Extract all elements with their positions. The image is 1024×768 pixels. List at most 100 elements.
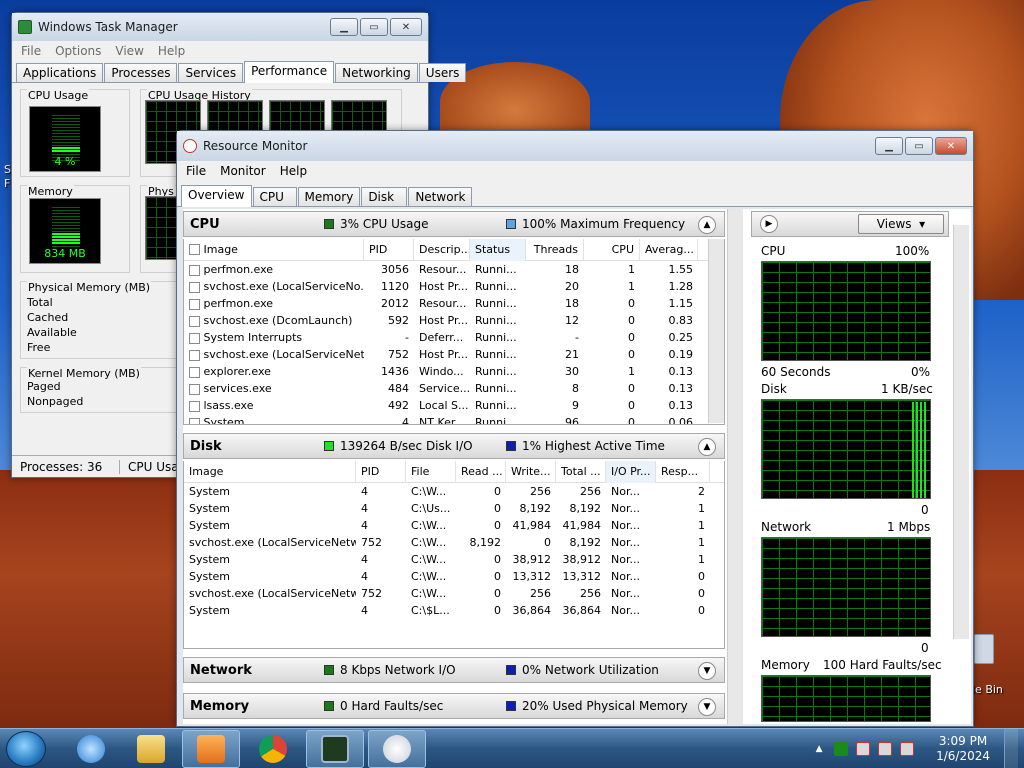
taskbar-media-player[interactable] — [182, 730, 240, 768]
resource-monitor-titlebar[interactable]: Resource Monitor ▁ ▭ ✕ — [177, 131, 973, 161]
close-button[interactable]: ✕ — [935, 137, 967, 155]
col-pid[interactable]: PID — [356, 461, 406, 483]
menu-file[interactable]: File — [179, 164, 213, 178]
recycle-bin-icon[interactable] — [974, 634, 994, 664]
taskbar-internet-explorer[interactable] — [62, 730, 120, 768]
disk-section-header[interactable]: Disk 139264 B/sec Disk I/O 1% Highest Ac… — [183, 433, 725, 459]
show-desktop-button[interactable] — [1004, 729, 1018, 768]
col-average-cpu[interactable]: Averag... — [640, 239, 698, 261]
tab-performance[interactable]: Performance — [244, 61, 335, 83]
tab-applications[interactable]: Applications — [16, 63, 104, 82]
network-icon[interactable] — [878, 742, 893, 756]
maximize-button[interactable]: ▭ — [360, 18, 388, 36]
table-row[interactable]: System 4 C:\$L... 0 36,864 36,864 Nor... 0 — [184, 602, 724, 619]
row-checkbox[interactable] — [189, 383, 200, 395]
tab-network[interactable]: Network — [408, 187, 473, 206]
row-checkbox[interactable] — [189, 264, 200, 276]
table-row[interactable]: explorer.exe 1436 Windo... Runni... 30 1 0.13 — [184, 363, 724, 380]
network-section-header[interactable]: Network 8 Kbps Network I/O 0% Network Ut… — [183, 657, 725, 683]
chevron-up-icon[interactable]: ▲ — [698, 438, 716, 456]
table-row[interactable]: svchost.exe (LocalServiceNetw... 752 C:\W.… — [184, 534, 724, 551]
col-image[interactable]: Image — [204, 243, 238, 256]
col-read[interactable]: Read ... — [456, 461, 506, 483]
table-row[interactable]: System 4 C:\W... 0 256 256 Nor... 2 — [184, 483, 724, 500]
chevron-up-icon[interactable]: ▲ — [698, 216, 716, 234]
table-row[interactable]: System 4 C:\W... 0 13,312 13,312 Nor... 0 — [184, 568, 724, 585]
row-checkbox[interactable] — [189, 349, 200, 361]
left-pane-scrollbar[interactable] — [727, 209, 743, 724]
taskbar-resource-monitor[interactable] — [368, 730, 426, 768]
maximize-button[interactable]: ▭ — [905, 137, 933, 155]
menu-view[interactable]: View — [108, 44, 150, 58]
tab-memory[interactable]: Memory — [297, 187, 361, 206]
col-file[interactable]: File — [406, 461, 456, 483]
cpu-section-header[interactable]: CPU 3% CPU Usage 100% Maximum Frequency … — [183, 211, 725, 237]
col-io-priority[interactable]: I/O Pr... — [606, 461, 656, 483]
menu-monitor[interactable]: Monitor — [213, 164, 273, 178]
col-description[interactable]: Descrip... — [414, 239, 470, 261]
table-row[interactable]: perfmon.exe 2012 Resour... Runni... 18 0 1.15 — [184, 295, 724, 312]
minimize-button[interactable]: ▁ — [330, 18, 358, 36]
tab-users[interactable]: Users — [418, 63, 467, 82]
col-pid[interactable]: PID — [364, 239, 414, 261]
recycle-bin-label[interactable]: le Bin — [972, 683, 1003, 696]
taskbar-file-explorer[interactable] — [122, 730, 180, 768]
table-cell: Host Pr... — [419, 314, 468, 327]
table-row[interactable]: perfmon.exe 3056 Resour... Runni... 18 1 1.55 — [184, 261, 724, 278]
volume-icon[interactable] — [900, 742, 915, 756]
table-row[interactable]: System 4 C:\W... 0 38,912 38,912 Nor... 1 — [184, 551, 724, 568]
graphs-pane-scrollbar[interactable] — [953, 225, 969, 639]
menu-help[interactable]: Help — [273, 164, 314, 178]
tab-cpu[interactable]: CPU — [252, 187, 297, 206]
task-manager-tray-icon[interactable] — [834, 742, 849, 756]
table-row[interactable]: System Interrupts - Deferr... Runni... -0 0.2… — [184, 329, 724, 346]
col-total[interactable]: Total ... — [556, 461, 606, 483]
col-cpu[interactable]: CPU — [584, 239, 640, 261]
col-threads[interactable]: Threads — [526, 239, 584, 261]
table-row[interactable]: svchost.exe (LocalServiceNetw... 752 C:\W.… — [184, 585, 724, 602]
table-row[interactable]: lsass.exe 492 Local S... Runni... 9 0 0.13 — [184, 397, 724, 414]
tab-overview[interactable]: Overview — [181, 185, 252, 207]
table-row[interactable]: System 4 C:\W... 0 41,984 41,984 Nor... 1 — [184, 517, 724, 534]
cpu-table-scrollbar[interactable] — [708, 239, 724, 423]
tab-processes[interactable]: Processes — [104, 63, 178, 82]
views-button[interactable]: Views ▾ — [858, 214, 944, 234]
menu-file[interactable]: File — [14, 44, 48, 58]
clock[interactable]: 3:09 PM 1/6/2024 — [936, 734, 990, 764]
task-manager-titlebar[interactable]: Windows Task Manager ▁ ▭ ✕ — [12, 13, 428, 41]
row-checkbox[interactable] — [189, 315, 200, 327]
action-center-icon[interactable] — [856, 742, 871, 756]
chevron-up-icon[interactable]: ▲ — [812, 742, 826, 756]
close-button[interactable]: ✕ — [390, 18, 422, 36]
table-row[interactable]: svchost.exe (LocalServiceNet... 752 Host P… — [184, 346, 724, 363]
select-all-checkbox[interactable] — [189, 244, 200, 255]
minimize-button[interactable]: ▁ — [875, 137, 903, 155]
menu-options[interactable]: Options — [48, 44, 108, 58]
row-checkbox[interactable] — [189, 298, 200, 310]
memory-section-header[interactable]: Memory 0 Hard Faults/sec 20% Used Physic… — [183, 693, 725, 719]
table-row[interactable]: svchost.exe (LocalServiceNo... 1120 Host P… — [184, 278, 724, 295]
table-row[interactable]: System 4 C:\Us... 0 8,192 8,192 Nor... 1 — [184, 500, 724, 517]
chevron-down-icon[interactable]: ▼ — [698, 662, 716, 680]
tab-networking[interactable]: Networking — [335, 63, 418, 82]
row-checkbox[interactable] — [189, 366, 200, 378]
col-status[interactable]: Status — [470, 239, 526, 261]
menu-help[interactable]: Help — [151, 44, 192, 58]
chevron-down-icon[interactable]: ▼ — [698, 698, 716, 716]
col-image[interactable]: Image — [184, 461, 356, 483]
row-checkbox[interactable] — [189, 417, 200, 424]
col-response-time[interactable]: Resp... — [656, 461, 710, 483]
table-row[interactable]: svchost.exe (DcomLaunch) 592 Host Pr... Run… — [184, 312, 724, 329]
taskbar-chrome[interactable] — [244, 730, 302, 768]
table-row[interactable]: services.exe 484 Service... Runni... 8 0 0.13 — [184, 380, 724, 397]
row-checkbox[interactable] — [189, 281, 200, 293]
tab-disk[interactable]: Disk — [361, 187, 408, 206]
start-button[interactable] — [6, 731, 46, 767]
taskbar-task-manager[interactable] — [306, 730, 364, 768]
row-checkbox[interactable] — [189, 332, 200, 344]
table-row[interactable]: System 4 NT Ker... Runni... 96 0 0.06 — [184, 414, 724, 424]
row-checkbox[interactable] — [189, 400, 200, 412]
tab-services[interactable]: Services — [178, 63, 244, 82]
col-write[interactable]: Write... — [506, 461, 556, 483]
chevron-right-icon[interactable]: ▶ — [760, 215, 778, 233]
